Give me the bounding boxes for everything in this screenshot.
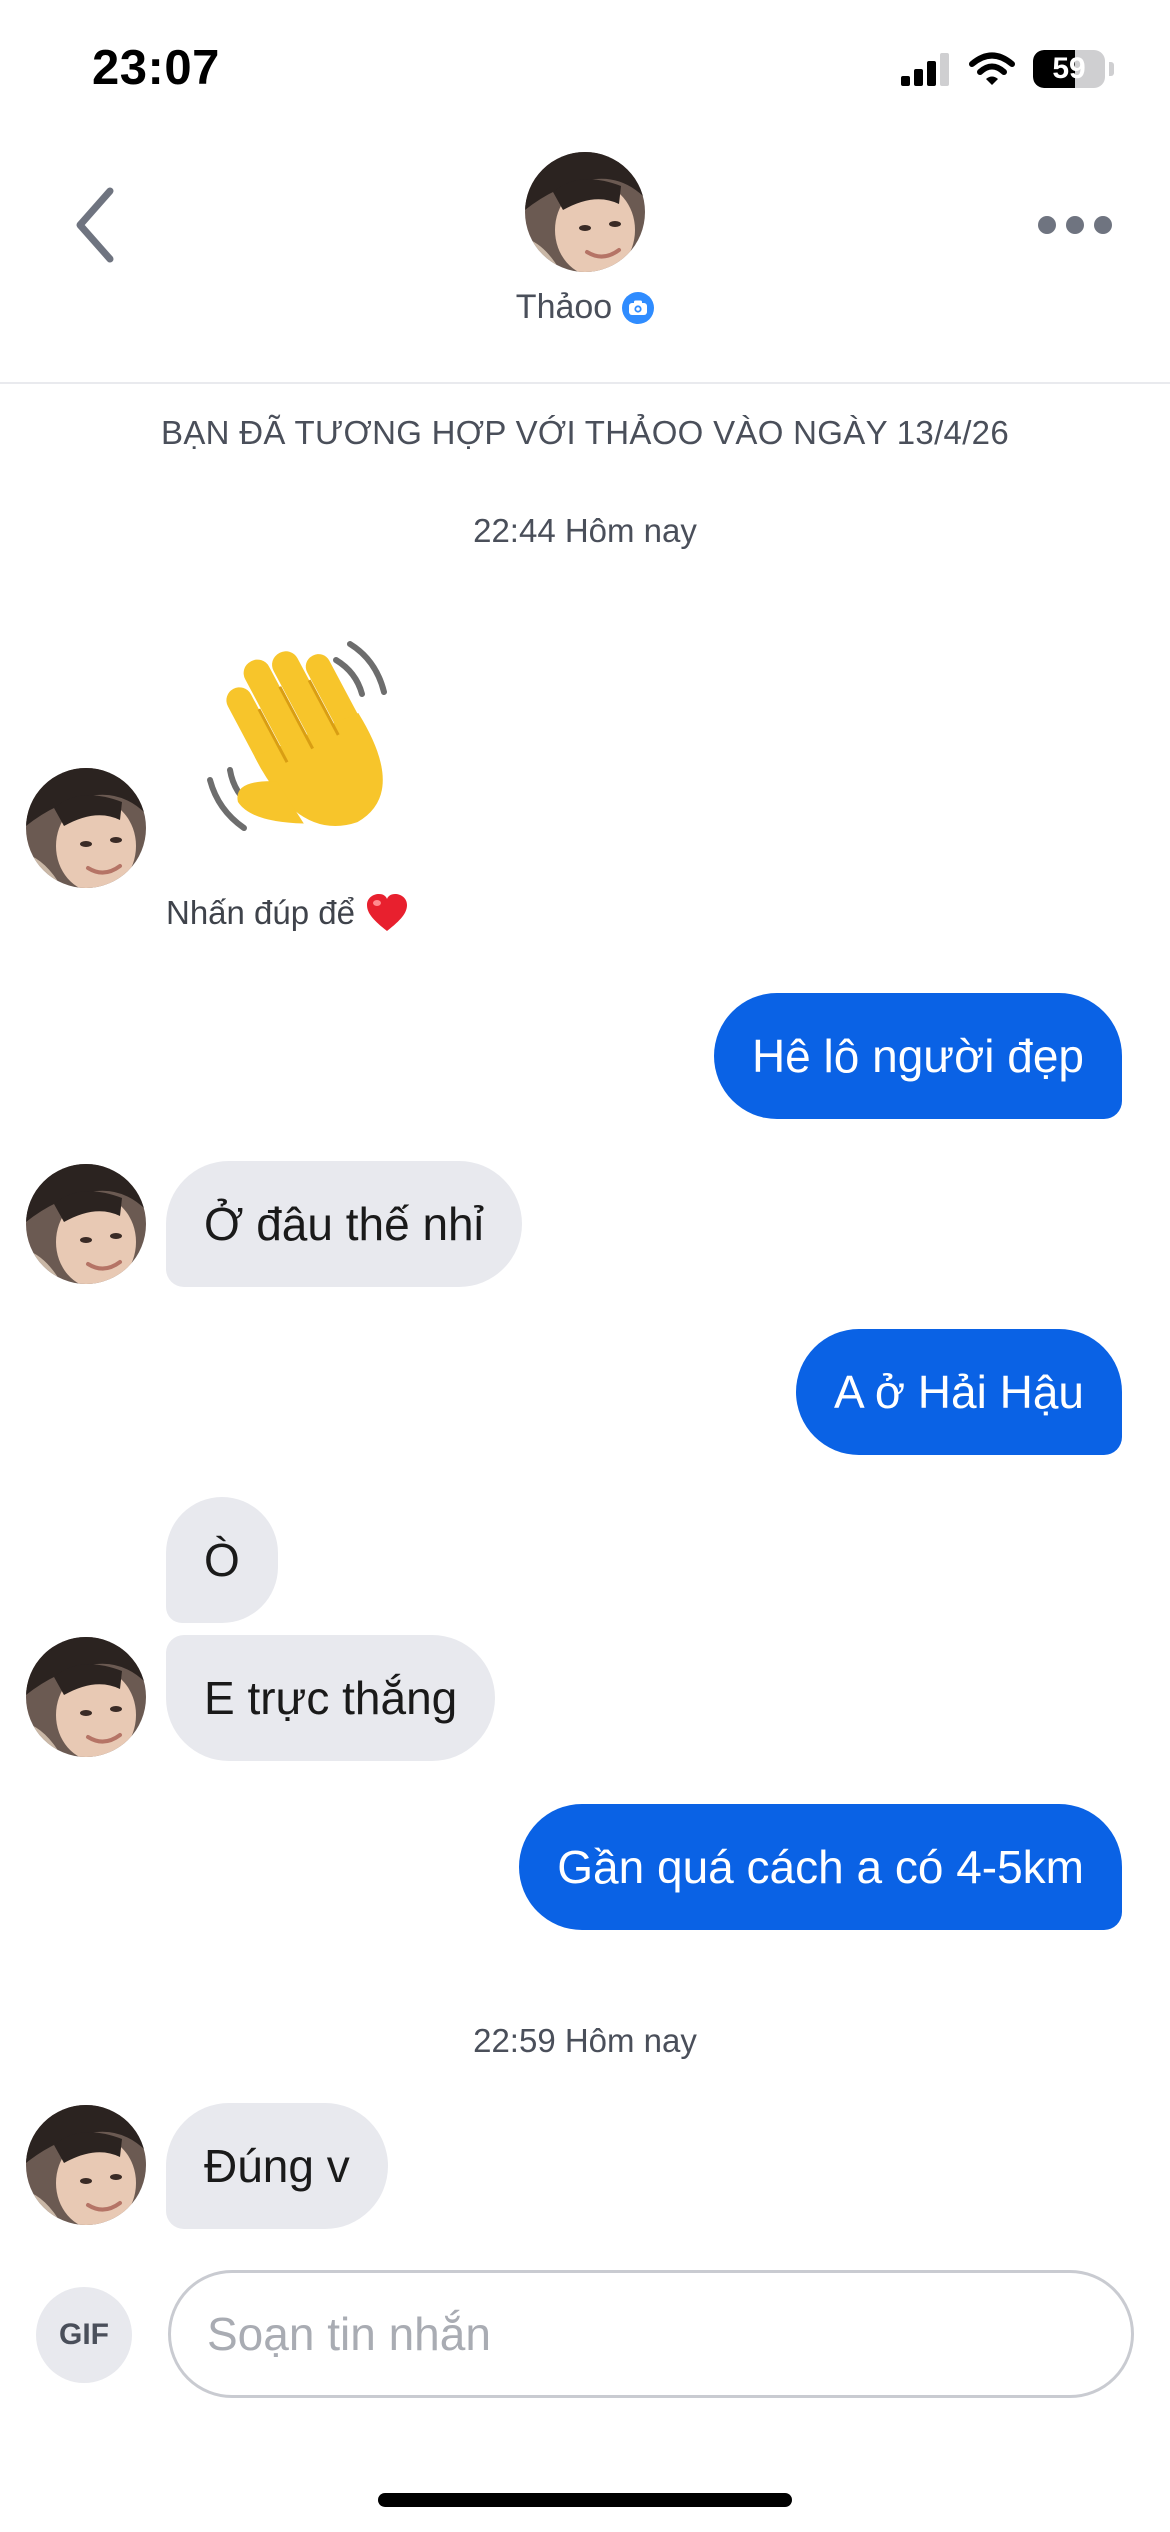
battery-icon: 59 xyxy=(1033,50,1105,88)
message-bubble-received[interactable]: Ò xyxy=(166,1497,278,1623)
avatar-photo xyxy=(525,152,645,272)
timestamp: 22:59 Hôm nay xyxy=(473,2022,697,2059)
contact-name: Thảoo xyxy=(515,288,613,326)
avatar-photo xyxy=(26,768,146,888)
cellular-signal-icon xyxy=(901,53,949,86)
status-icons: 59 xyxy=(901,50,1114,88)
avatar-photo xyxy=(26,2105,146,2225)
battery-level: 59 xyxy=(1052,52,1086,85)
back-button[interactable] xyxy=(60,180,130,270)
message-bubble-received[interactable]: Đúng v xyxy=(166,2103,388,2229)
message-input[interactable] xyxy=(168,2270,1134,2398)
message-bubble-received[interactable]: Ở đâu thế nhỉ xyxy=(166,1161,522,1287)
gif-button[interactable]: GIF xyxy=(36,2287,132,2383)
wifi-icon xyxy=(969,52,1015,85)
contact-avatar-small[interactable] xyxy=(26,2105,146,2225)
double-tap-hint: Nhấn đúp để xyxy=(166,893,409,933)
avatar-photo xyxy=(26,1164,146,1284)
timestamp: 22:44 Hôm nay xyxy=(473,512,697,549)
chevron-left-icon xyxy=(76,187,114,263)
message-bubble-received[interactable]: E trực thắng xyxy=(166,1635,496,1761)
battery-cap xyxy=(1109,62,1114,76)
home-indicator xyxy=(378,2493,792,2507)
message-bubble-sent[interactable]: A ở Hải Hậu xyxy=(795,1329,1122,1455)
waving-hand-icon xyxy=(207,641,387,831)
heart-icon xyxy=(367,894,407,931)
waving-hand-sticker[interactable] xyxy=(200,630,430,860)
contact-avatar-small[interactable] xyxy=(26,1637,146,1757)
avatar-photo xyxy=(26,1637,146,1757)
double-tap-text: Nhấn đúp để xyxy=(166,894,355,931)
contact-avatar[interactable] xyxy=(525,152,645,272)
message-bubble-sent[interactable]: Gần quá cách a có 4-5km xyxy=(519,1804,1122,1930)
match-notice: BẠN ĐÃ TƯƠNG HỢP VỚI THẢOO VÀO NGÀY 13/4… xyxy=(161,414,1009,451)
contact-name-row[interactable]: Thảoo xyxy=(0,288,1170,327)
contact-avatar-small[interactable] xyxy=(26,768,146,888)
header-divider xyxy=(0,382,1170,384)
contact-avatar-small[interactable] xyxy=(26,1164,146,1284)
more-horizontal-icon xyxy=(1038,216,1112,234)
status-time: 23:07 xyxy=(92,41,220,95)
camera-verified-icon xyxy=(622,291,655,324)
message-bubble-sent[interactable]: Hê lô người đẹp xyxy=(713,993,1122,1119)
more-options-button[interactable] xyxy=(1030,195,1120,255)
